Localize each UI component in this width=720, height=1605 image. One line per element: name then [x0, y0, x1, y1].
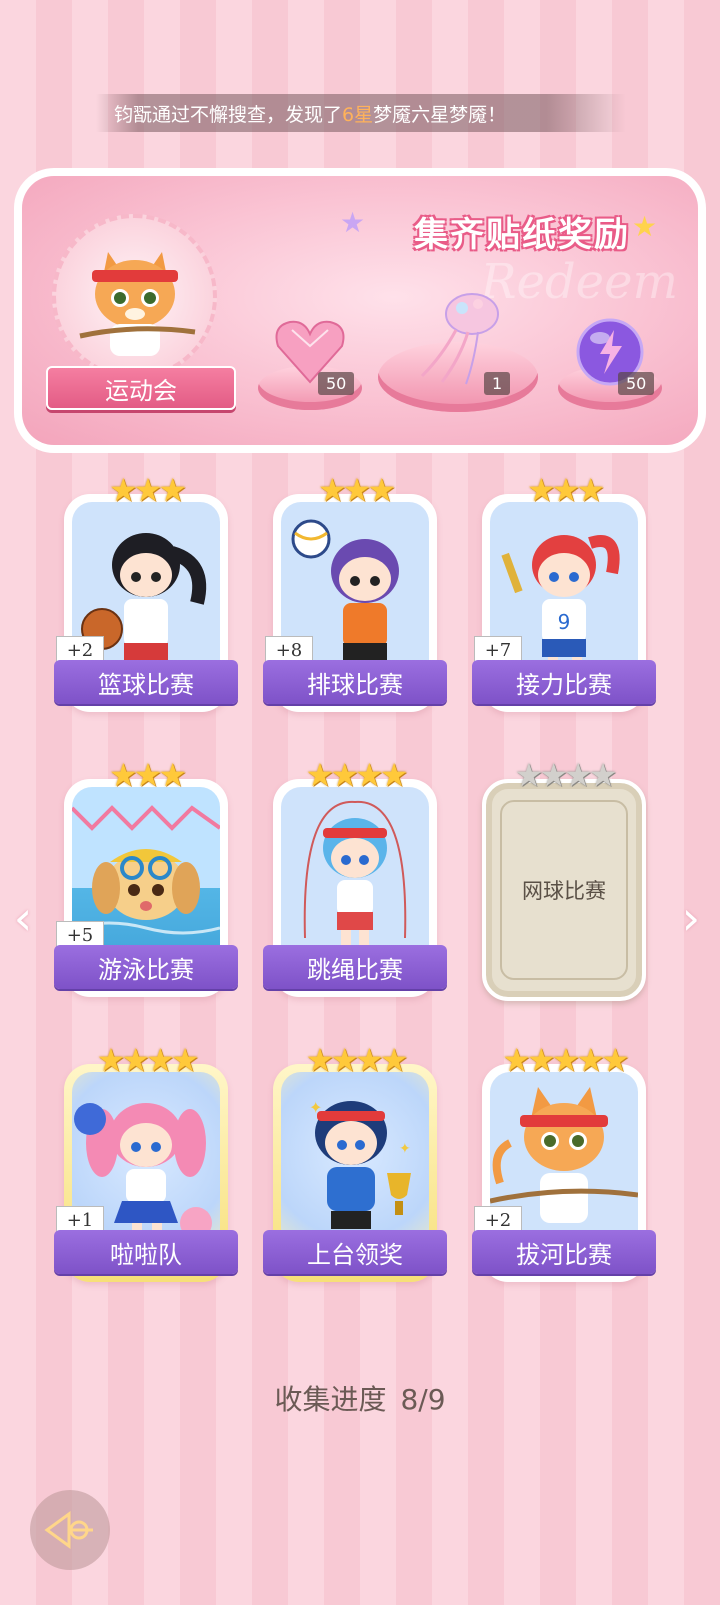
sticker-card[interactable]: ★★★★ 跳绳比赛: [263, 756, 447, 997]
back-button[interactable]: [30, 1490, 110, 1570]
reward-panel: Redeem ★ ★ 集齐贴纸奖励 运动会 50 1 50: [14, 168, 706, 453]
reward-count-2: 1: [484, 372, 511, 395]
next-page-arrow-icon[interactable]: ›: [676, 895, 706, 945]
star-rating: ★★★: [108, 756, 187, 794]
svg-text:9: 9: [558, 610, 571, 634]
card-name: 篮球比赛: [54, 660, 238, 704]
card-name: 游泳比赛: [54, 945, 238, 989]
sticker-card[interactable]: ✦ ✦ ★★★★ 上台领奖: [263, 1041, 447, 1282]
card-name: 排球比赛: [263, 660, 447, 704]
notification-marquee: 钧翫通过不懈搜查，发现了 6星 梦魇六星梦魇！: [96, 94, 626, 132]
star-rating: ★★★★: [305, 1041, 409, 1079]
star-rating: ★★★★: [305, 756, 409, 794]
tug-of-war-cat-icon: [78, 251, 195, 356]
locked-card-name: 网球比赛: [500, 800, 628, 980]
svg-text:✦: ✦: [309, 1098, 322, 1117]
star-rating: ★★★: [317, 471, 396, 509]
event-name-label: 运动会: [46, 366, 236, 410]
sticker-card[interactable]: ★★★ +8 排球比赛: [263, 471, 447, 712]
back-arrow-icon: [44, 1511, 93, 1549]
progress-value: 8/9: [400, 1383, 446, 1416]
sticker-card-locked[interactable]: 网球比赛 ★★★★: [478, 756, 650, 1001]
card-name: 接力比赛: [472, 660, 656, 704]
sticker-card[interactable]: ★★★★★ +2 拔河比赛: [472, 1041, 656, 1282]
reward-count-3: 50: [618, 372, 655, 395]
star-rating: ★★★★: [514, 756, 618, 794]
star-rating: ★★★★★: [502, 1041, 629, 1079]
card-name: 拔河比赛: [472, 1230, 656, 1274]
marquee-suffix: 梦魇六星梦魇！: [373, 103, 507, 126]
sticker-card[interactable]: ★★★★ +1 啦啦队: [54, 1041, 238, 1282]
card-name: 跳绳比赛: [263, 945, 447, 989]
reward-title: 集齐贴纸奖励: [414, 214, 630, 255]
event-avatar[interactable]: [52, 214, 217, 379]
jellyfish-decoration-icon[interactable]: [412, 286, 508, 386]
reward-count-1: 50: [318, 372, 355, 395]
marquee-prefix: 钧翫通过不懈搜查，发现了: [114, 103, 343, 126]
star-rating: ★★★: [108, 471, 187, 509]
star-rating: ★★★★: [96, 1041, 200, 1079]
svg-text:✦: ✦: [399, 1141, 411, 1157]
marquee-highlight: 6星: [342, 103, 374, 126]
locked-card: 网球比赛: [482, 779, 646, 1001]
star-rating: ★★★: [526, 471, 605, 509]
sticker-card[interactable]: ★★★ +2 篮球比赛: [54, 471, 238, 712]
collection-progress: 收集进度 8/9: [0, 1378, 720, 1418]
sticker-card[interactable]: 9 ★★★ +7 接力比赛: [472, 471, 656, 712]
card-name: 上台领奖: [263, 1230, 447, 1274]
prev-page-arrow-icon[interactable]: ‹: [8, 895, 38, 945]
card-name: 啦啦队: [54, 1230, 238, 1274]
sticker-card[interactable]: ★★★ +5 游泳比赛: [54, 756, 238, 997]
progress-label: 收集进度: [274, 1383, 387, 1416]
